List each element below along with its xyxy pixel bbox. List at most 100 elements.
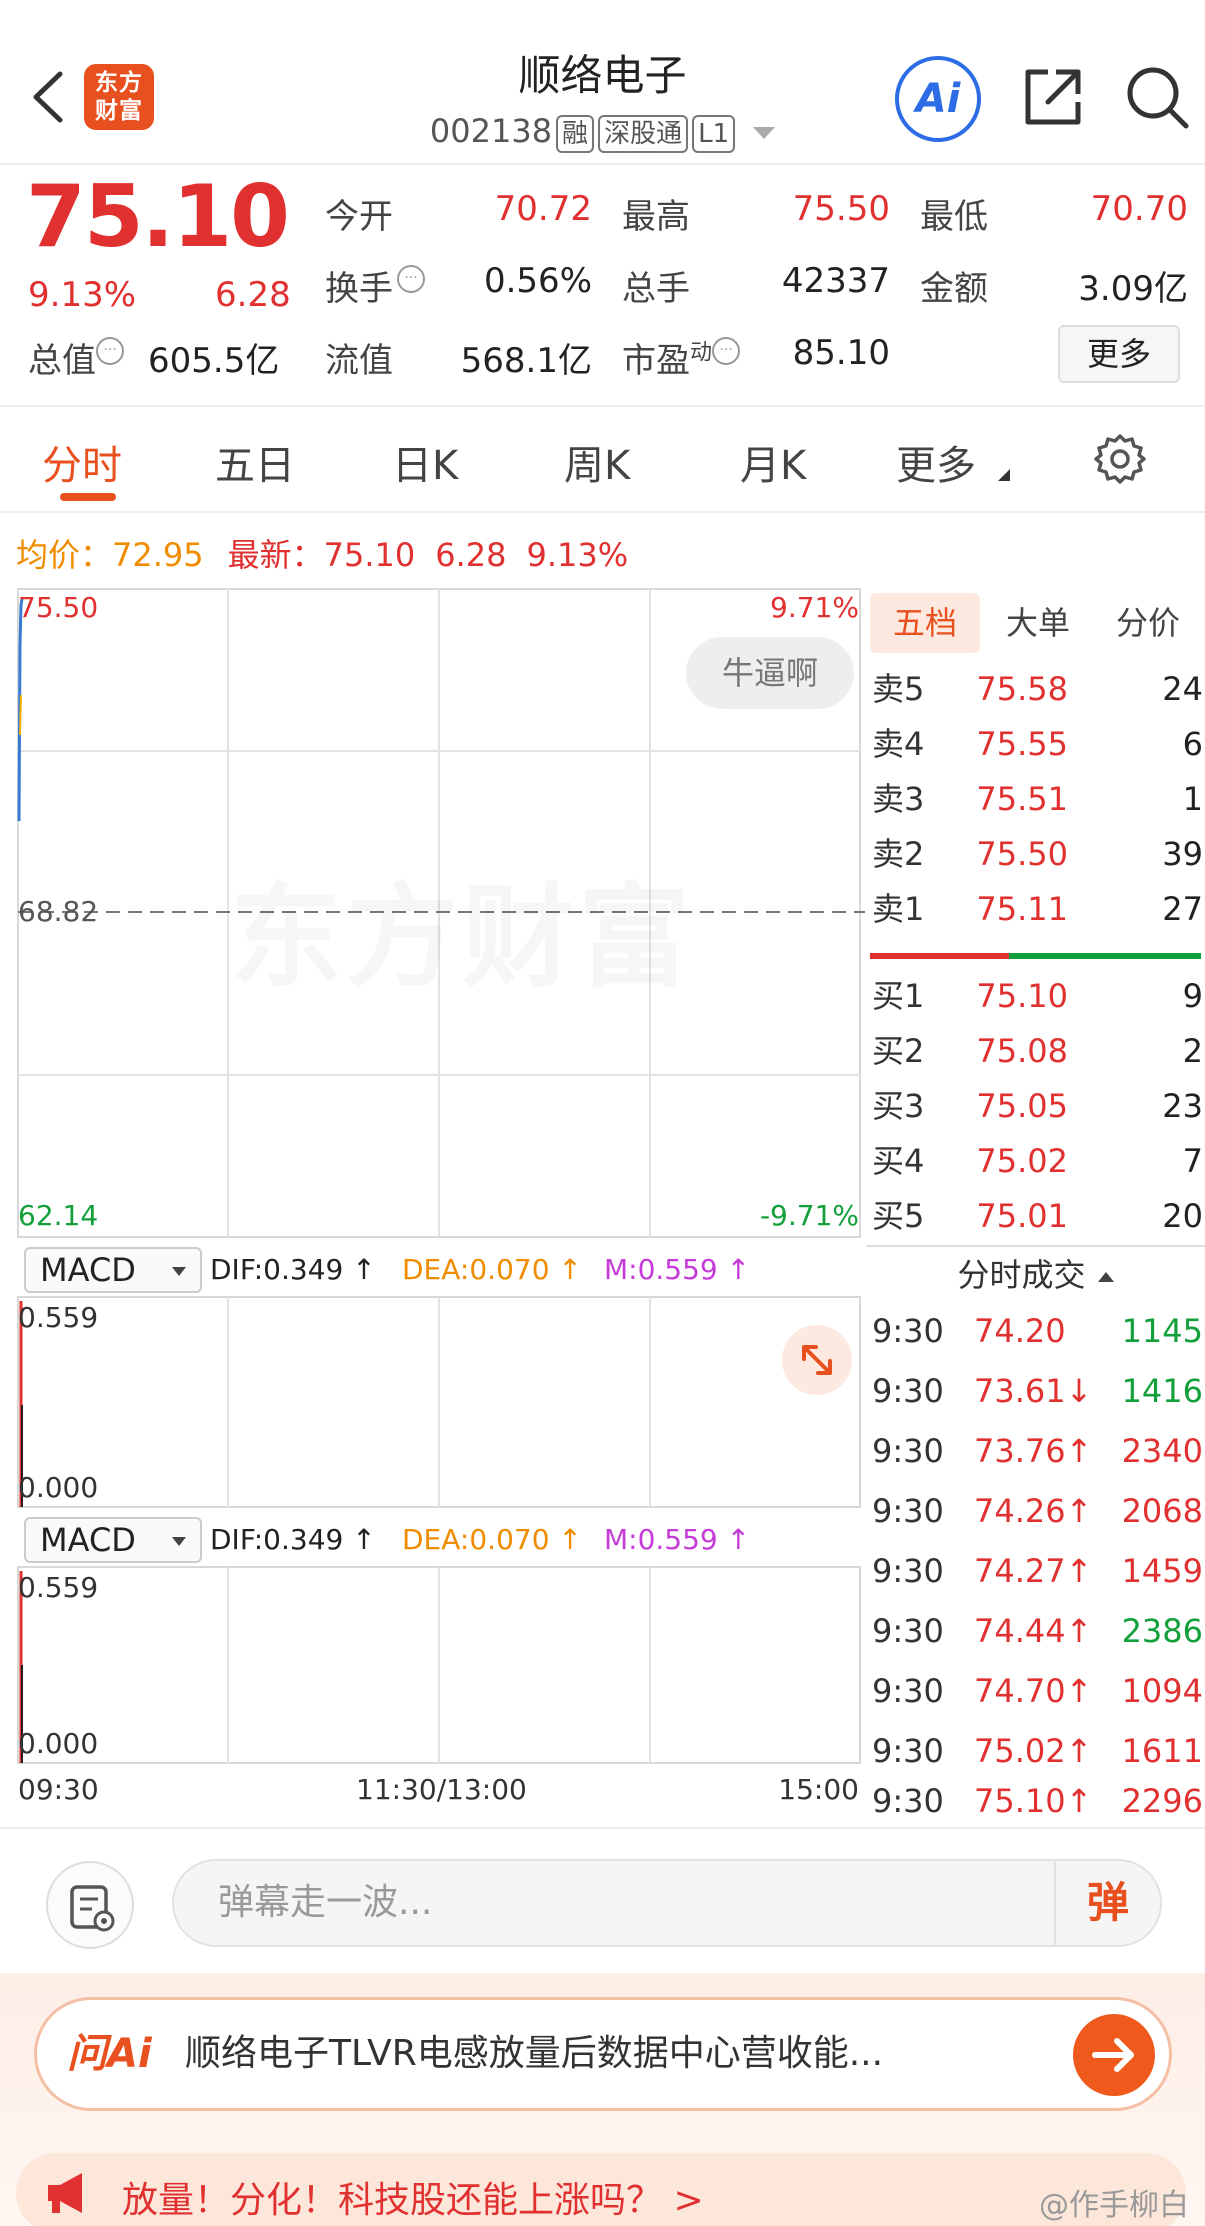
trade-row: 9:30 74.70↑ 1094 [866,1661,1205,1721]
ask-label: 卖2 [872,835,925,873]
ask-row: 卖1 75.11 27 [866,882,1205,936]
info-icon[interactable]: ··· [712,337,741,365]
tab-large-orders[interactable]: 大单 [988,593,1088,653]
bid-label: 买3 [872,1087,925,1125]
trade-price: 73.61↓ [974,1372,1093,1410]
intraday-chart[interactable]: 东方财富 75.50 68.82 62.14 9.71% -9.71% 牛逼啊 … [0,585,865,1827]
latest-change: 6.28 [435,536,507,574]
avg-price-line [19,694,22,736]
high-value: 75.50 [792,189,890,229]
pe-label-text: 市盈 [622,341,690,381]
active-tab-indicator [60,493,116,501]
high-label: 最高 [622,197,690,237]
trade-time: 9:30 [872,1552,944,1590]
indicator-select[interactable]: MACD [24,1517,202,1563]
ai-question-banner[interactable]: 问Ai 顺络电子TLVR电感放量后数据中心营收能... [34,1997,1172,2111]
open-label: 今开 [325,197,393,237]
info-icon[interactable]: ··· [397,265,425,293]
trade-time: 9:30 [872,1372,944,1410]
macd-m: M:0.559 ↑ [604,1253,751,1286]
trade-price: 74.44↑ [974,1612,1093,1650]
ask-volume: 27 [1162,890,1203,928]
tab-price-distribution[interactable]: 分价 [1098,593,1198,653]
macd-axis-top: 0.559 [18,1571,99,1604]
indicator-select[interactable]: MACD [24,1247,202,1293]
bid-row: 买5 75.01 20 [866,1189,1205,1243]
top-nav-bar: 东方 财富 顺络电子 002138 融深股通 L1 Ai [0,0,1205,165]
macd-header-1: MACD DIF:0.349 ↑ DEA:0.070 ↑ M:0.559 ↑ [0,1241,865,1297]
trade-price: 74.27↑ [974,1552,1093,1590]
trade-price: 74.20 [974,1312,1066,1350]
bid-row: 买4 75.02 7 [866,1134,1205,1188]
news-headline-bar[interactable]: 放量！分化！科技股还能上涨吗？ > [16,2153,1186,2226]
chevron-down-icon [172,1267,186,1276]
tab-weekly-k[interactable]: 周K [564,433,630,491]
tab-daily-k[interactable]: 日K [392,433,458,491]
bid-price: 75.05 [976,1087,1068,1125]
share-icon[interactable] [1020,64,1086,130]
danmaku-send-button[interactable]: 弹 [1078,1873,1138,1933]
trade-price: 73.76↑ [974,1432,1093,1470]
level-tag: L1 [692,115,736,153]
author-watermark: @作手柳白 [1039,2188,1189,2223]
ask-label: 卖1 [872,890,925,928]
x-axis-label-mid: 11:30/13:00 [356,1773,527,1806]
bid-row: 买2 75.08 2 [866,1024,1205,1078]
trades-header[interactable]: 分时成交 [866,1245,1205,1301]
gear-icon[interactable] [1094,433,1146,485]
trade-time: 9:30 [872,1672,944,1710]
latest-label: 最新： [227,536,324,574]
danmaku-input[interactable]: 弹幕走一波... 弹 [172,1859,1162,1947]
trade-volume: 1094 [1121,1672,1203,1710]
avg-price-label: 均价： [16,536,113,574]
tab-monthly-k[interactable]: 月K [740,433,806,491]
search-icon[interactable] [1124,64,1190,130]
macd-dif: DIF:0.349 ↑ [210,1253,376,1286]
indicator-select-label: MACD [40,1521,136,1559]
pct-axis-low: -9.71% [759,1199,859,1232]
trade-row: 9:30 75.10↑ 2296 [866,1771,1205,1831]
pe-label: 市盈动 ··· [622,333,741,382]
comment-bubble[interactable]: 牛逼啊 [686,637,854,709]
pe-value: 85.10 [792,333,890,373]
float-cap-label: 流值 [325,341,393,381]
ask-row: 卖5 75.58 24 [866,662,1205,716]
change-percent: 9.13% [28,275,137,315]
bid-row: 买1 75.10 9 [866,969,1205,1023]
tab-intraday[interactable]: 分时 [42,433,122,491]
bid-label: 买5 [872,1197,925,1235]
chart-canvas [17,588,865,1764]
last-price: 75.10 [26,167,290,267]
arrow-right-icon[interactable] [1073,2014,1155,2096]
caret-icon [998,469,1010,481]
margin-tag: 融 [556,115,595,153]
tab-more[interactable]: 更多 [896,433,976,491]
tab-five-levels[interactable]: 五档 [870,593,980,653]
amount-label: 金额 [920,269,988,309]
ai-assistant-button[interactable]: Ai [895,56,981,142]
trades-header-label: 分时成交 [957,1256,1086,1294]
bid-volume: 7 [1182,1142,1203,1180]
expand-icon[interactable] [782,1325,852,1395]
trade-row: 9:30 73.76↑ 2340 [866,1421,1205,1481]
ask-price: 75.58 [976,670,1068,708]
volume-value: 42337 [781,261,890,301]
notes-settings-icon[interactable] [46,1861,134,1949]
info-icon[interactable]: ··· [96,337,124,365]
danmaku-bar: 弹幕走一波... 弹 [0,1827,1205,1973]
macd-dif: DIF:0.349 ↑ [210,1523,376,1556]
macd-m: M:0.559 ↑ [604,1523,751,1556]
y-axis-prev-close: 68.82 [18,895,99,928]
ask-label: 卖3 [872,780,925,818]
stock-code: 002138 [429,112,553,150]
tab-five-day[interactable]: 五日 [215,433,295,491]
y-axis-low: 62.14 [18,1199,99,1232]
chevron-down-icon[interactable] [753,127,776,139]
latest-value: 75.10 [323,536,416,574]
bid-label: 买1 [872,977,925,1015]
bid-price: 75.02 [976,1142,1068,1180]
market-cap-label: 总值 ··· [28,333,124,382]
more-quote-button[interactable]: 更多 [1058,325,1180,383]
bid-row: 买3 75.05 23 [866,1079,1205,1133]
macd-header-2: MACD DIF:0.349 ↑ DEA:0.070 ↑ M:0.559 ↑ [0,1511,865,1567]
